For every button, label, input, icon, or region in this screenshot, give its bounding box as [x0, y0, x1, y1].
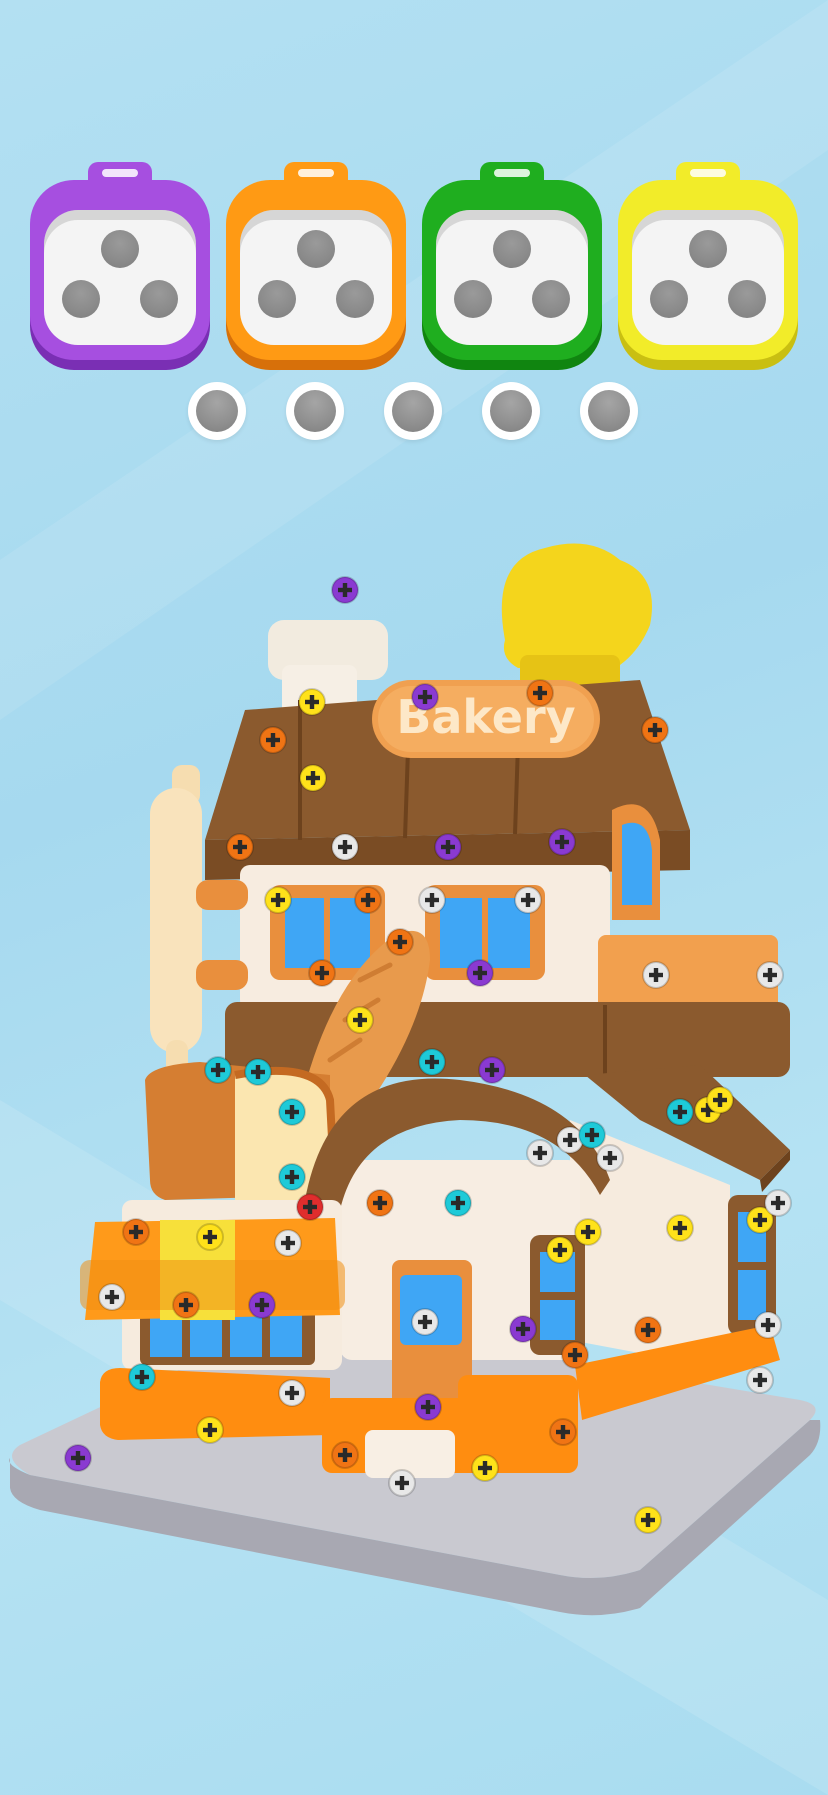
screw-orange[interactable] [641, 716, 669, 744]
screw-toolbox-2[interactable] [226, 162, 406, 367]
screw-white[interactable] [756, 961, 784, 989]
screw-white[interactable] [388, 1469, 416, 1497]
toolbox-body [30, 180, 210, 360]
screw-purple[interactable] [548, 828, 576, 856]
toolbox-body [226, 180, 406, 360]
screw-yellow[interactable] [666, 1214, 694, 1242]
screw-toolbox-1[interactable] [30, 162, 210, 367]
screw-orange[interactable] [331, 1441, 359, 1469]
screw-cyan[interactable] [278, 1098, 306, 1126]
screw-purple[interactable] [466, 959, 494, 987]
screw-cyan[interactable] [128, 1363, 156, 1391]
toolbox-tray [436, 210, 588, 345]
screw-yellow[interactable] [574, 1218, 602, 1246]
screw-yellow[interactable] [264, 886, 292, 914]
toolbox-screw-slot [728, 280, 766, 318]
screw-purple[interactable] [509, 1315, 537, 1343]
screw-orange[interactable] [561, 1341, 589, 1369]
toolbox-screw-slot [532, 280, 570, 318]
screw-yellow[interactable] [471, 1454, 499, 1482]
screw-orange[interactable] [549, 1418, 577, 1446]
screw-purple[interactable] [331, 576, 359, 604]
screw-white[interactable] [526, 1139, 554, 1167]
bakery-sign: Bakery [372, 680, 600, 758]
screw-red[interactable] [296, 1193, 324, 1221]
holding-slot-5[interactable] [580, 382, 638, 440]
toolbox-tray [632, 210, 784, 345]
screw-white[interactable] [754, 1311, 782, 1339]
screw-purple[interactable] [248, 1291, 276, 1319]
screw-toolbox-4[interactable] [618, 162, 798, 367]
rolling-pin [150, 765, 202, 1098]
screw-white[interactable] [596, 1144, 624, 1172]
bread-loaf [145, 1062, 339, 1206]
toolbox-screw-slot [336, 280, 374, 318]
screw-orange[interactable] [172, 1291, 200, 1319]
toolbox-screw-slot [258, 280, 296, 318]
screw-orange[interactable] [122, 1218, 150, 1246]
screw-white[interactable] [331, 833, 359, 861]
screw-white[interactable] [514, 886, 542, 914]
screw-white[interactable] [274, 1229, 302, 1257]
screw-white[interactable] [642, 961, 670, 989]
toolbox-tray [240, 210, 392, 345]
chef-hat [501, 543, 652, 695]
screw-orange[interactable] [386, 928, 414, 956]
screw-cyan[interactable] [204, 1056, 232, 1084]
screw-yellow[interactable] [196, 1223, 224, 1251]
screw-white[interactable] [278, 1379, 306, 1407]
holding-slot-3[interactable] [384, 382, 442, 440]
toolbox-screw-slot [454, 280, 492, 318]
screw-yellow[interactable] [196, 1416, 224, 1444]
screw-cyan[interactable] [444, 1189, 472, 1217]
toolbox-screw-slot [62, 280, 100, 318]
screw-white[interactable] [418, 886, 446, 914]
screw-purple[interactable] [434, 833, 462, 861]
middle-beam [225, 1002, 790, 1077]
screw-purple[interactable] [414, 1393, 442, 1421]
bakery-building: Bakery [9, 543, 821, 1616]
toolbox-body [618, 180, 798, 360]
toolbox-screw-slot [101, 230, 139, 268]
toolbox-screw-slot [297, 230, 335, 268]
holding-slot-1[interactable] [188, 382, 246, 440]
screw-purple[interactable] [478, 1056, 506, 1084]
screw-orange[interactable] [259, 726, 287, 754]
toolbox-screw-slot [650, 280, 688, 318]
toolbox-body [422, 180, 602, 360]
toolbox-screw-slot [689, 230, 727, 268]
screw-yellow[interactable] [298, 688, 326, 716]
screw-cyan[interactable] [578, 1121, 606, 1149]
screw-orange[interactable] [366, 1189, 394, 1217]
screw-cyan[interactable] [244, 1058, 272, 1086]
screw-white[interactable] [746, 1366, 774, 1394]
toolbox-screw-slot [493, 230, 531, 268]
screw-purple[interactable] [64, 1444, 92, 1472]
screw-yellow[interactable] [634, 1506, 662, 1534]
screw-white[interactable] [411, 1308, 439, 1336]
screw-orange[interactable] [634, 1316, 662, 1344]
screw-orange[interactable] [526, 679, 554, 707]
screw-orange[interactable] [308, 959, 336, 987]
screw-cyan[interactable] [666, 1098, 694, 1126]
screw-yellow[interactable] [546, 1236, 574, 1264]
screw-toolbox-3[interactable] [422, 162, 602, 367]
screw-yellow[interactable] [346, 1006, 374, 1034]
screw-purple[interactable] [411, 683, 439, 711]
screw-white[interactable] [98, 1283, 126, 1311]
screw-yellow[interactable] [706, 1086, 734, 1114]
screw-yellow[interactable] [299, 764, 327, 792]
screw-cyan[interactable] [418, 1048, 446, 1076]
screw-orange[interactable] [226, 833, 254, 861]
screw-white[interactable] [764, 1189, 792, 1217]
holding-slot-4[interactable] [482, 382, 540, 440]
screw-cyan[interactable] [278, 1163, 306, 1191]
toolbox-screw-slot [140, 280, 178, 318]
holding-slot-2[interactable] [286, 382, 344, 440]
toolbox-tray [44, 210, 196, 345]
screw-orange[interactable] [354, 886, 382, 914]
